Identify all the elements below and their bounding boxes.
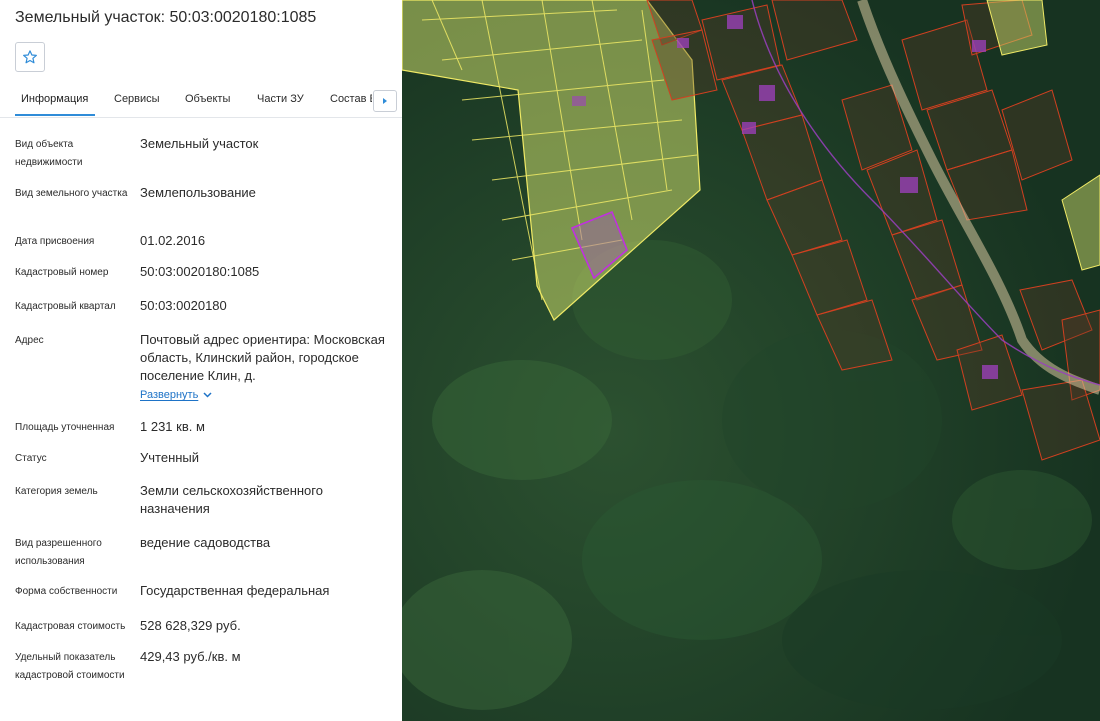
tab-composition[interactable]: Состав Е bbox=[330, 93, 372, 105]
label-cadastral-cost: Кадастровая стоимость bbox=[15, 621, 126, 632]
label-address: Адрес bbox=[15, 335, 44, 346]
tab-bar: Информация Сервисы Объекты Части ЗУ Сост… bbox=[0, 84, 402, 118]
value-cadastral-quarter: 50:03:0020180 bbox=[140, 298, 227, 313]
value-ownership: Государственная федеральная bbox=[140, 583, 330, 598]
label-permitted-use: Вид разрешенного использования bbox=[15, 538, 102, 567]
label-cadastral-number: Кадастровый номер bbox=[15, 267, 109, 278]
chevron-down-icon bbox=[203, 392, 212, 398]
map-canvas[interactable] bbox=[402, 0, 1100, 721]
value-land-type: Землепользование bbox=[140, 185, 256, 200]
value-assigned-date: 01.02.2016 bbox=[140, 233, 206, 248]
tab-services[interactable]: Сервисы bbox=[114, 93, 160, 105]
label-object-type: Вид объекта недвижимости bbox=[15, 139, 83, 168]
tabs-scroll-right-button[interactable] bbox=[373, 90, 397, 112]
label-unit-cost: Удельный показатель кадастровой стоимост… bbox=[15, 652, 125, 681]
info-panel: Земельный участок: 50:03:0020180:1085 Ин… bbox=[0, 0, 402, 721]
label-land-type: Вид земельного участка bbox=[15, 188, 128, 199]
tab-parcel-parts[interactable]: Части ЗУ bbox=[257, 93, 304, 105]
tab-objects[interactable]: Объекты bbox=[185, 93, 230, 105]
label-land-category: Категория земель bbox=[15, 486, 98, 497]
value-address: Почтовый адрес ориентира: Московская обл… bbox=[140, 332, 385, 383]
label-ownership: Форма собственности bbox=[15, 586, 118, 597]
value-cadastral-number: 50:03:0020180:1085 bbox=[140, 264, 260, 279]
tab-information[interactable]: Информация bbox=[21, 93, 88, 105]
label-cadastral-quarter: Кадастровый квартал bbox=[15, 301, 116, 312]
favorite-button[interactable] bbox=[15, 42, 45, 72]
value-cadastral-cost: 528 628,329 руб. bbox=[140, 618, 241, 633]
label-status: Статус bbox=[15, 453, 47, 464]
value-status: Учтенный bbox=[140, 450, 200, 465]
label-assigned-date: Дата присвоения bbox=[15, 236, 95, 247]
active-tab-indicator bbox=[15, 114, 95, 116]
value-object-type: Земельный участок bbox=[140, 136, 259, 151]
label-area: Площадь уточненная bbox=[15, 422, 115, 433]
value-area: 1 231 кв. м bbox=[140, 419, 205, 434]
page-title: Земельный участок: 50:03:0020180:1085 bbox=[15, 9, 317, 26]
value-land-category: Земли сельскохозяйственного назначения bbox=[140, 483, 323, 516]
expand-address-link[interactable]: Развернуть bbox=[140, 389, 212, 401]
caret-right-icon bbox=[383, 98, 387, 104]
star-icon bbox=[23, 50, 37, 64]
satellite-map[interactable] bbox=[402, 0, 1100, 721]
value-unit-cost: 429,43 руб./кв. м bbox=[140, 649, 241, 664]
expand-label: Развернуть bbox=[140, 389, 199, 401]
value-permitted-use: ведение садоводства bbox=[140, 535, 271, 550]
